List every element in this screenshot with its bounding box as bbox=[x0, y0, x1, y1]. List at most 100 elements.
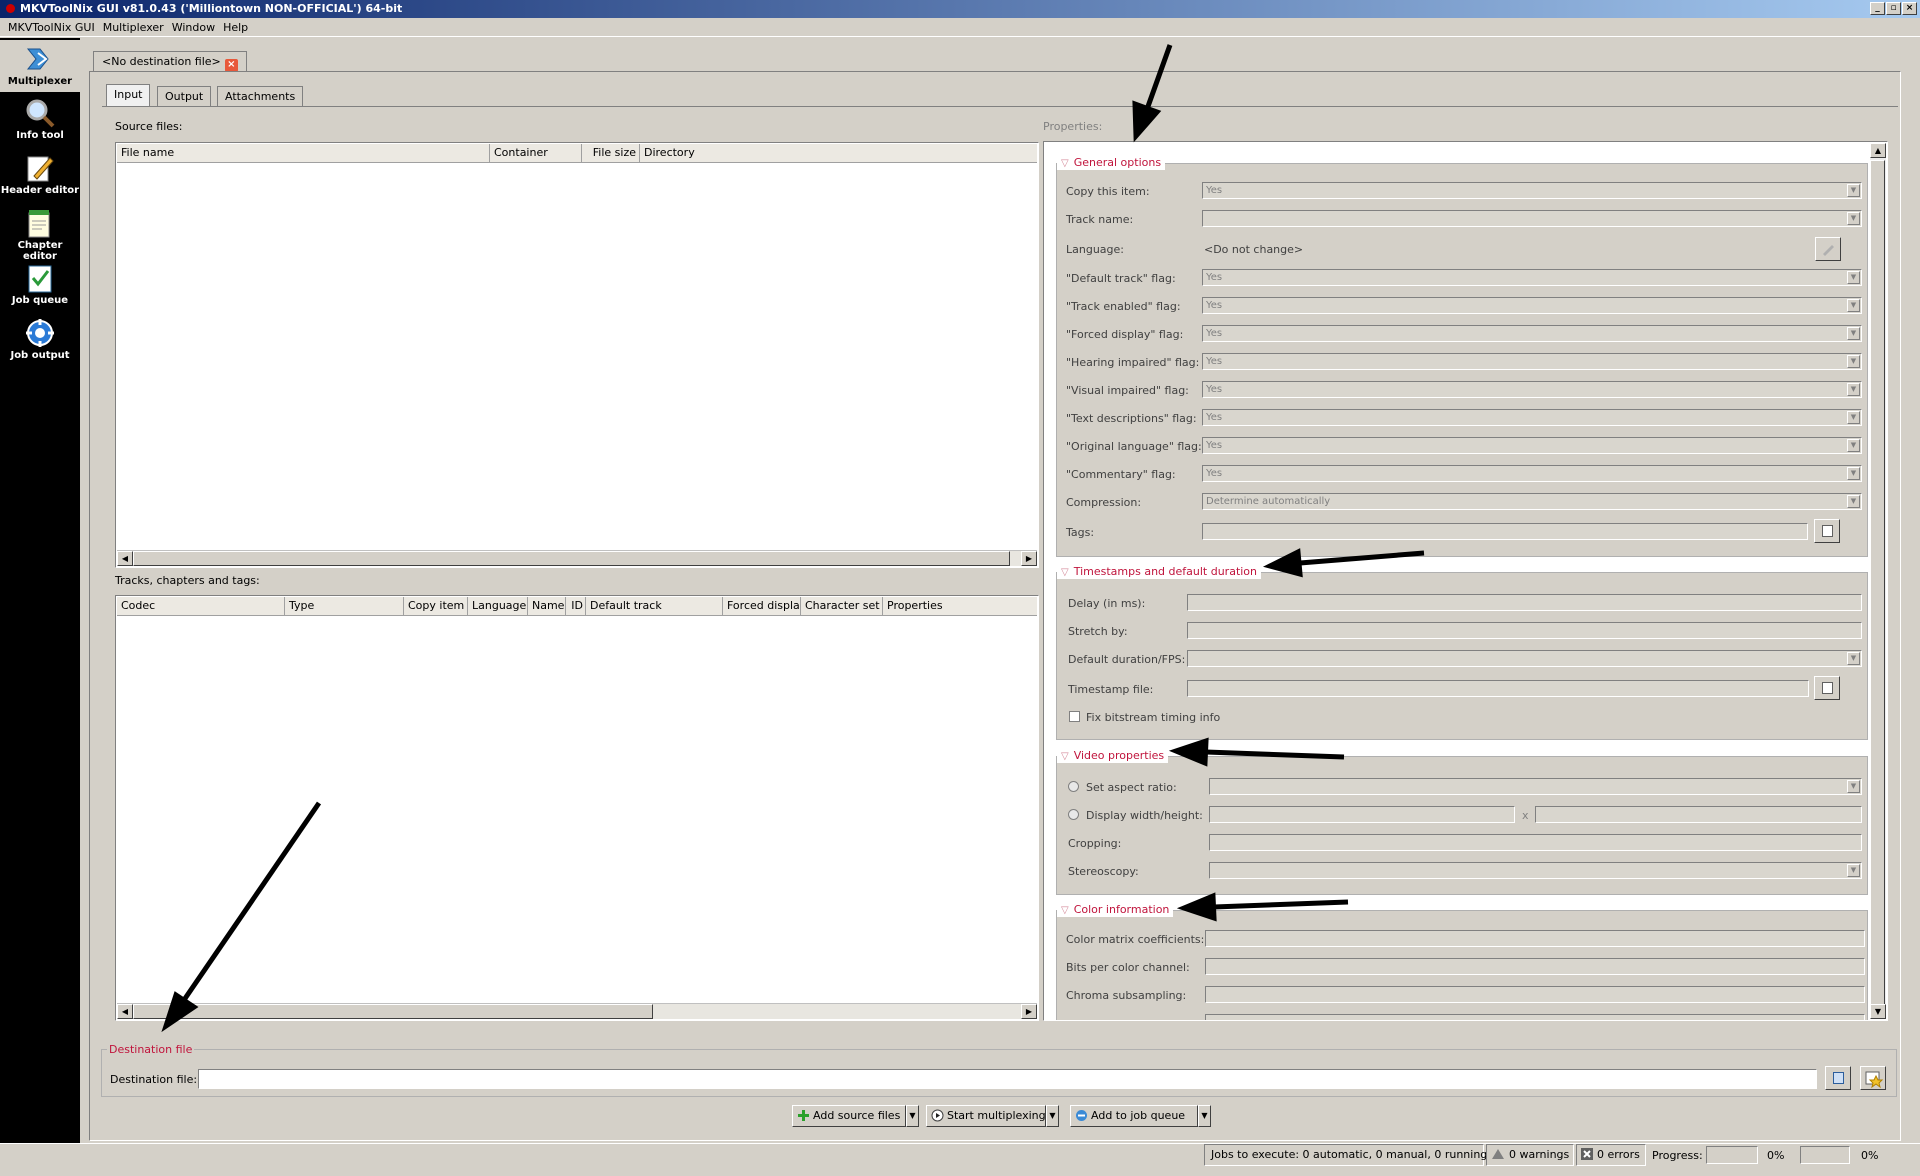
add-to-job-queue-button[interactable]: Add to job queue bbox=[1070, 1105, 1198, 1127]
fix-timing-checkbox[interactable] bbox=[1069, 711, 1080, 722]
collapse-triangle-icon[interactable]: ▽ bbox=[1061, 905, 1069, 916]
timestamps-header[interactable]: ▽ Timestamps and default duration bbox=[1057, 565, 1262, 579]
sidebar-item-multiplexer[interactable]: Multiplexer bbox=[0, 40, 80, 92]
video-properties-header[interactable]: ▽ Video properties bbox=[1057, 749, 1169, 763]
collapse-triangle-icon[interactable]: ▽ bbox=[1061, 158, 1069, 169]
scroll-down-button[interactable]: ▼ bbox=[1870, 1004, 1886, 1019]
menu-window[interactable]: Window bbox=[168, 21, 219, 34]
current-job-progress-value: 0% bbox=[1767, 1149, 1785, 1162]
chroma-subsampling-input[interactable] bbox=[1205, 986, 1865, 1003]
warnings-status[interactable]: 0 warnings bbox=[1486, 1144, 1574, 1166]
col-copy-item[interactable]: Copy item bbox=[404, 597, 468, 616]
text-desc-flag-select[interactable]: Yes ▼ bbox=[1202, 409, 1862, 426]
tags-browse-button[interactable] bbox=[1814, 519, 1840, 543]
tab-output[interactable]: Output bbox=[157, 86, 212, 107]
scroll-thumb[interactable] bbox=[133, 1004, 653, 1019]
chevron-down-icon: ▼ bbox=[1847, 383, 1860, 396]
minimize-button[interactable]: _ bbox=[1870, 2, 1885, 15]
bits-per-channel-label: Bits per color channel: bbox=[1066, 961, 1190, 974]
start-multiplexing-dropdown[interactable]: ▼ bbox=[1046, 1105, 1059, 1127]
start-multiplexing-button[interactable]: Start multiplexing bbox=[926, 1105, 1046, 1127]
original-flag-select[interactable]: Yes ▼ bbox=[1202, 437, 1862, 454]
scroll-left-button[interactable]: ◀ bbox=[117, 551, 133, 566]
bits-per-channel-input[interactable] bbox=[1205, 958, 1865, 975]
col-name[interactable]: Name bbox=[528, 597, 566, 616]
display-wh-radio[interactable] bbox=[1068, 809, 1079, 820]
compression-select[interactable]: Determine automatically ▼ bbox=[1202, 493, 1862, 510]
add-to-job-queue-dropdown[interactable]: ▼ bbox=[1198, 1105, 1211, 1127]
display-height-input[interactable] bbox=[1535, 806, 1862, 823]
default-flag-select[interactable]: Yes ▼ bbox=[1202, 269, 1862, 286]
document-tab[interactable]: <No destination file> × bbox=[93, 51, 247, 72]
restore-button[interactable]: ▫ bbox=[1886, 2, 1901, 15]
col-file-size[interactable]: File size bbox=[582, 144, 640, 163]
tags-input[interactable] bbox=[1202, 523, 1808, 540]
col-codec[interactable]: Codec bbox=[117, 597, 285, 616]
menu-help[interactable]: Help bbox=[219, 21, 252, 34]
source-files-hscroll[interactable]: ◀ ▶ bbox=[117, 550, 1037, 566]
errors-status[interactable]: 0 errors bbox=[1576, 1144, 1646, 1166]
color-matrix-input[interactable] bbox=[1205, 930, 1865, 947]
menu-multiplexer[interactable]: Multiplexer bbox=[99, 21, 168, 34]
scroll-thumb[interactable] bbox=[1870, 160, 1885, 1008]
sidebar-item-job-queue[interactable]: Job queue bbox=[0, 259, 80, 311]
col-file-name[interactable]: File name bbox=[117, 144, 490, 163]
tab-input[interactable]: Input bbox=[106, 84, 151, 107]
destination-browse-button[interactable] bbox=[1825, 1066, 1851, 1090]
timestamp-file-input[interactable] bbox=[1187, 680, 1809, 697]
stretch-input[interactable] bbox=[1187, 622, 1862, 639]
sidebar-item-job-output[interactable]: Job output bbox=[0, 314, 80, 366]
forced-flag-select[interactable]: Yes ▼ bbox=[1202, 325, 1862, 342]
col-character-set[interactable]: Character set bbox=[801, 597, 883, 616]
sidebar-item-info-tool[interactable]: Info tool bbox=[0, 94, 80, 146]
tracks-list[interactable]: Codec Type Copy item Language Name ID De… bbox=[115, 595, 1039, 1021]
collapse-triangle-icon[interactable]: ▽ bbox=[1061, 751, 1069, 762]
col-properties[interactable]: Properties bbox=[883, 597, 1037, 616]
stereoscopy-select[interactable]: ▼ bbox=[1209, 862, 1862, 879]
add-source-files-button[interactable]: Add source files bbox=[792, 1105, 906, 1127]
destination-input[interactable] bbox=[198, 1069, 1817, 1089]
sidebar-item-chapter-editor[interactable]: Chapter editor bbox=[0, 204, 80, 262]
col-directory[interactable]: Directory bbox=[640, 144, 1037, 163]
timestamp-file-browse-button[interactable] bbox=[1814, 676, 1840, 700]
track-name-select[interactable]: ▼ bbox=[1202, 210, 1862, 227]
tracks-hscroll[interactable]: ◀ ▶ bbox=[117, 1003, 1037, 1019]
tab-attachments[interactable]: Attachments bbox=[217, 86, 304, 107]
delay-input[interactable] bbox=[1187, 594, 1862, 611]
language-label: Language: bbox=[1066, 243, 1124, 256]
col-forced-display[interactable]: Forced displa bbox=[723, 597, 801, 616]
scroll-left-button[interactable]: ◀ bbox=[117, 1004, 133, 1019]
default-duration-select[interactable]: ▼ bbox=[1187, 650, 1862, 667]
col-type[interactable]: Type bbox=[285, 597, 404, 616]
col-id[interactable]: ID bbox=[566, 597, 586, 616]
commentary-flag-select[interactable]: Yes ▼ bbox=[1202, 465, 1862, 482]
source-files-list[interactable]: File name Container File size Directory … bbox=[115, 142, 1039, 568]
scroll-thumb[interactable] bbox=[133, 551, 1010, 566]
display-width-input[interactable] bbox=[1209, 806, 1515, 823]
col-default-track[interactable]: Default track bbox=[586, 597, 723, 616]
scroll-up-button[interactable]: ▲ bbox=[1870, 143, 1886, 158]
add-source-files-dropdown[interactable]: ▼ bbox=[906, 1105, 919, 1127]
col-container[interactable]: Container bbox=[490, 144, 582, 163]
col-language[interactable]: Language bbox=[468, 597, 528, 616]
chroma-siting-input[interactable] bbox=[1205, 1014, 1865, 1020]
sidebar-item-header-editor[interactable]: Header editor bbox=[0, 149, 80, 201]
general-options-header[interactable]: ▽ General options bbox=[1057, 156, 1166, 170]
copy-item-select[interactable]: Yes ▼ bbox=[1202, 182, 1862, 199]
close-button[interactable]: × bbox=[1902, 2, 1917, 15]
aspect-ratio-radio[interactable] bbox=[1068, 781, 1079, 792]
color-information-header[interactable]: ▽ Color information bbox=[1057, 903, 1174, 917]
collapse-triangle-icon[interactable]: ▽ bbox=[1061, 567, 1069, 578]
menu-mkvtoolnix[interactable]: MKVToolNix GUI bbox=[4, 21, 99, 34]
original-flag-label: "Original language" flag: bbox=[1066, 440, 1202, 453]
aspect-ratio-select[interactable]: ▼ bbox=[1209, 778, 1862, 795]
enabled-flag-select[interactable]: Yes ▼ bbox=[1202, 297, 1862, 314]
language-edit-button[interactable] bbox=[1815, 237, 1841, 261]
cropping-input[interactable] bbox=[1209, 834, 1862, 851]
properties-vscroll[interactable]: ▲ ▼ bbox=[1870, 143, 1886, 1019]
hearing-flag-select[interactable]: Yes ▼ bbox=[1202, 353, 1862, 370]
scroll-right-button[interactable]: ▶ bbox=[1021, 1004, 1037, 1019]
visual-flag-select[interactable]: Yes ▼ bbox=[1202, 381, 1862, 398]
scroll-right-button[interactable]: ▶ bbox=[1021, 551, 1037, 566]
destination-recent-button[interactable] bbox=[1860, 1066, 1886, 1090]
